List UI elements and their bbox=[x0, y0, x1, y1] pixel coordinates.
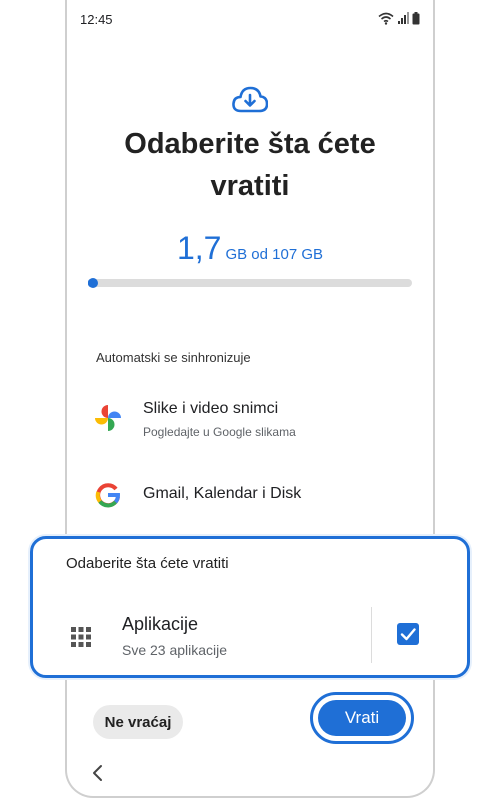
apps-checkbox[interactable] bbox=[397, 623, 419, 645]
back-chevron-icon[interactable] bbox=[88, 760, 108, 786]
card-title: Odaberite šta ćete vratiti bbox=[66, 555, 229, 572]
page-title: Odaberite šta ćete vratiti bbox=[124, 128, 376, 202]
storage-used: 1,7 bbox=[176, 230, 222, 266]
list-item-photos[interactable]: Slike i video snimci Pogledajte u Google… bbox=[95, 398, 415, 443]
storage-progress-bar bbox=[88, 278, 412, 288]
cloud-download-icon bbox=[232, 86, 268, 113]
list-item-title: Slike i video snimci bbox=[143, 400, 279, 417]
list-item-title: Gmail, Kalendar i Disk bbox=[143, 485, 302, 502]
list-item-gmail[interactable]: Gmail, Kalendar i Disk bbox=[95, 482, 415, 508]
storage-summary: 1,7 GB od 107 GB bbox=[100, 230, 400, 267]
wifi-icon bbox=[378, 12, 394, 25]
storage-detail: GB od 107 GB bbox=[225, 246, 324, 263]
signal-icon bbox=[398, 12, 409, 24]
skip-restore-button[interactable]: Ne vraćaj bbox=[93, 705, 183, 739]
status-time: 12:45 bbox=[80, 12, 113, 27]
google-icon bbox=[95, 483, 120, 508]
divider bbox=[371, 607, 372, 663]
checkmark-icon bbox=[400, 628, 416, 641]
apps-item-subtitle: Sve 23 aplikacije bbox=[122, 642, 228, 658]
apps-grid-icon bbox=[71, 627, 91, 647]
google-photos-icon bbox=[95, 405, 121, 431]
list-item-subtitle: Pogledajte u Google slikama bbox=[143, 425, 296, 439]
storage-progress-dot bbox=[88, 278, 98, 288]
apps-item-title[interactable]: Aplikacije bbox=[122, 614, 198, 635]
restore-button[interactable]: Vrati bbox=[318, 700, 406, 736]
restore-selection-card: Odaberite šta ćete vratiti Aplikacije Sv… bbox=[30, 536, 470, 678]
sync-section-label: Automatski se sinhronizuje bbox=[96, 350, 251, 365]
battery-icon bbox=[412, 12, 420, 25]
status-icons bbox=[378, 12, 420, 25]
status-bar: 12:45 bbox=[80, 10, 420, 30]
